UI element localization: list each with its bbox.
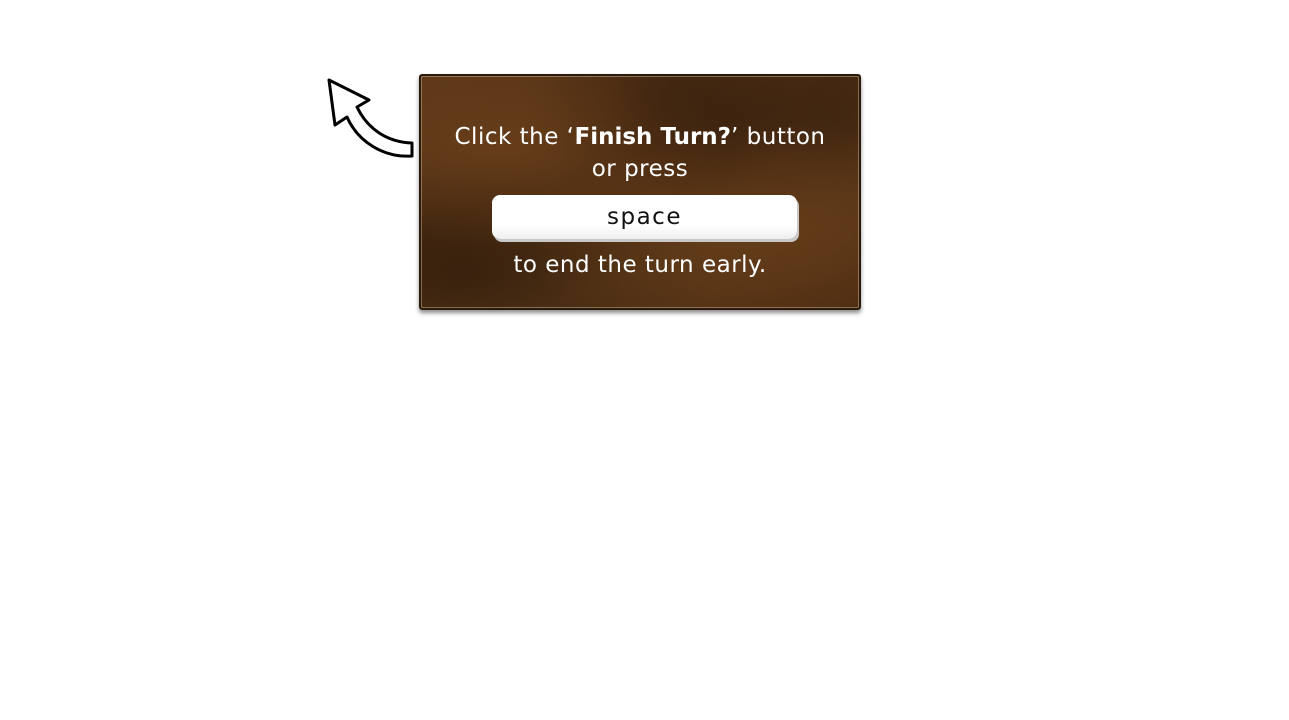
curved-arrow-up-left-icon [327,78,414,158]
game-stage: Click the ‘Finish Turn?’ button or press… [0,0,1289,720]
tutorial-tip-panel: Click the ‘Finish Turn?’ button or press… [419,74,861,310]
finish-turn-button-name: Finish Turn? [574,124,732,150]
tip-suffix-text: ’ button [731,124,826,150]
tip-line-end-turn: to end the turn early. [513,252,767,278]
tip-line-or-press: or press [591,156,689,182]
tip-line-finish-turn: Click the ‘Finish Turn?’ button [421,122,859,152]
tip-prefix-text: Click the ‘ [454,124,575,150]
space-key-button[interactable]: space [492,195,797,239]
